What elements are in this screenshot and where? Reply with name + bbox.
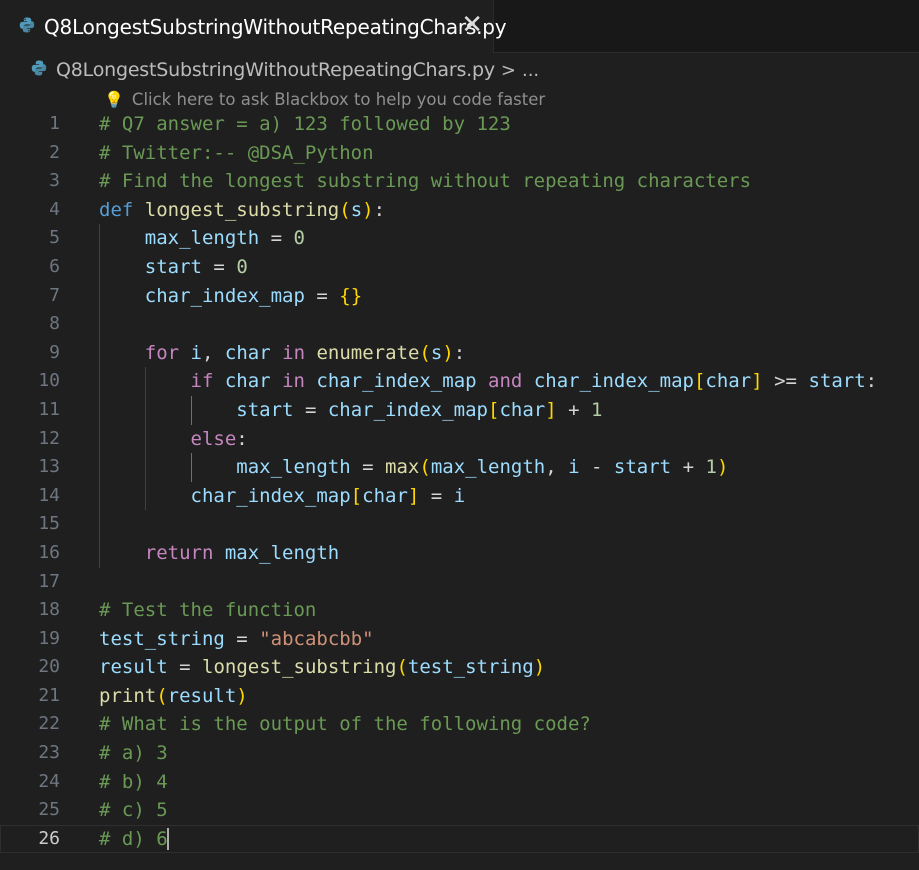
- tab-bar: Q8LongestSubstringWithoutRepeatingChars.…: [0, 0, 919, 53]
- code-line[interactable]: 17: [0, 568, 919, 597]
- line-number: 25: [38, 799, 60, 821]
- code-line[interactable]: 5 max_length = 0: [0, 224, 919, 253]
- line-number: 2: [49, 141, 60, 163]
- line-number: 6: [49, 255, 60, 277]
- code-line[interactable]: 3 # Find the longest substring without re…: [0, 167, 919, 196]
- code-text[interactable]: return max_length: [99, 539, 339, 568]
- code-line[interactable]: 24 # b) 4: [0, 768, 919, 797]
- code-text[interactable]: start = char_index_map[char] + 1: [99, 396, 602, 425]
- line-number: 5: [49, 227, 60, 249]
- line-number: 10: [38, 370, 60, 392]
- line-number: 17: [38, 570, 60, 592]
- code-line[interactable]: 25 # c) 5: [0, 796, 919, 825]
- code-text[interactable]: test_string = "abcabcbb": [99, 625, 374, 654]
- line-number: 20: [38, 656, 60, 678]
- code-text[interactable]: # d) 6: [99, 825, 169, 854]
- code-line[interactable]: 8: [0, 310, 919, 339]
- code-text[interactable]: # Twitter:-- @DSA_Python: [99, 139, 374, 168]
- line-number: 18: [38, 599, 60, 621]
- code-line[interactable]: 6 start = 0: [0, 252, 919, 282]
- breadcrumb: Q8LongestSubstringWithoutRepeatingChars.…: [0, 54, 919, 86]
- python-icon: [30, 59, 48, 81]
- breadcrumb-more[interactable]: ...: [522, 60, 539, 81]
- text-cursor: [166, 828, 169, 851]
- python-icon: [18, 16, 36, 38]
- line-number: 8: [49, 313, 60, 335]
- line-number: 23: [38, 742, 60, 764]
- code-line[interactable]: 18 # Test the function: [0, 596, 919, 625]
- code-line[interactable]: 22 # What is the output of the following …: [0, 710, 919, 739]
- code-line[interactable]: 16 return max_length: [0, 538, 919, 568]
- code-line[interactable]: 10 if char in char_index_map and char_in…: [0, 367, 919, 396]
- indent-guide: [99, 310, 100, 339]
- code-line[interactable]: 23 # a) 3: [0, 739, 919, 768]
- line-number: 11: [38, 398, 60, 420]
- line-number: 19: [38, 627, 60, 649]
- code-text[interactable]: for i, char in enumerate(s):: [99, 339, 465, 368]
- code-line[interactable]: 7 char_index_map = {}: [0, 281, 919, 311]
- code-line[interactable]: 20 result = longest_substring(test_string…: [0, 653, 919, 682]
- hint-text: Click here to ask Blackbox to help you c…: [131, 89, 546, 109]
- code-line[interactable]: 13 max_length = max(max_length, i - star…: [0, 453, 919, 482]
- code-text[interactable]: # Find the longest substring without rep…: [99, 167, 751, 196]
- code-line[interactable]: 9 for i, char in enumerate(s):: [0, 338, 919, 368]
- line-number: 26: [38, 827, 60, 849]
- code-line[interactable]: 11 start = char_index_map[char] + 1: [0, 395, 919, 425]
- code-text[interactable]: # What is the output of the following co…: [99, 710, 591, 739]
- chevron-right-icon: >: [500, 59, 516, 81]
- breadcrumb-file[interactable]: Q8LongestSubstringWithoutRepeatingChars.…: [56, 59, 495, 81]
- line-number: 24: [38, 770, 60, 792]
- line-number: 16: [38, 541, 60, 563]
- blackbox-hint[interactable]: 💡 Click here to ask Blackbox to help you…: [104, 88, 545, 110]
- code-text[interactable]: max_length = 0: [99, 224, 305, 253]
- code-line[interactable]: 2 # Twitter:-- @DSA_Python: [0, 139, 919, 168]
- code-text[interactable]: else:: [99, 425, 248, 454]
- code-text[interactable]: # a) 3: [99, 739, 168, 768]
- code-text[interactable]: result = longest_substring(test_string): [99, 653, 545, 682]
- code-text[interactable]: char_index_map[char] = i: [99, 482, 466, 511]
- line-number: 22: [38, 713, 60, 735]
- code-text[interactable]: # c) 5: [99, 796, 168, 825]
- line-number: 1: [49, 113, 60, 134]
- code-text[interactable]: print(result): [99, 682, 248, 711]
- line-number: 9: [49, 341, 60, 363]
- code-line[interactable]: 12 else:: [0, 424, 919, 454]
- line-number: 12: [38, 427, 60, 449]
- line-number: 21: [38, 684, 60, 706]
- code-text[interactable]: start = 0: [99, 253, 248, 282]
- code-text[interactable]: char_index_map = {}: [99, 282, 362, 311]
- code-text[interactable]: # Test the function: [99, 596, 316, 625]
- tab-title: Q8LongestSubstringWithoutRepeatingChars.…: [44, 14, 507, 39]
- editor-tab[interactable]: Q8LongestSubstringWithoutRepeatingChars.…: [0, 0, 507, 53]
- close-icon[interactable]: ✕: [461, 12, 483, 38]
- code-line[interactable]: 15: [0, 510, 919, 539]
- line-number: 7: [49, 284, 60, 306]
- code-text[interactable]: if char in char_index_map and char_index…: [99, 367, 878, 396]
- indent-guide: [99, 510, 100, 539]
- code-text[interactable]: # Q7 answer = a) 123 followed by 123: [99, 110, 511, 139]
- code-text[interactable]: max_length = max(max_length, i - start +…: [99, 453, 728, 482]
- code-line[interactable]: 19 test_string = "abcabcbb": [0, 625, 919, 654]
- code-text[interactable]: def longest_substring(s):: [99, 196, 385, 225]
- code-text[interactable]: # b) 4: [99, 768, 168, 797]
- line-number: 13: [38, 456, 60, 478]
- line-number: 15: [38, 513, 60, 535]
- code-line[interactable]: 4 def longest_substring(s):: [0, 196, 919, 225]
- line-number: 3: [49, 170, 60, 192]
- lightbulb-icon: 💡: [104, 89, 124, 109]
- code-line[interactable]: 26 # d) 6: [0, 824, 919, 854]
- code-line[interactable]: 21 print(result): [0, 682, 919, 711]
- line-number: 4: [49, 198, 60, 220]
- code-editor[interactable]: 1 # Q7 answer = a) 123 followed by 123 2 # …: [0, 110, 919, 854]
- code-line[interactable]: 14 char_index_map[char] = i: [0, 481, 919, 511]
- line-number: 14: [38, 484, 60, 506]
- code-line[interactable]: 1 # Q7 answer = a) 123 followed by 123: [0, 110, 919, 139]
